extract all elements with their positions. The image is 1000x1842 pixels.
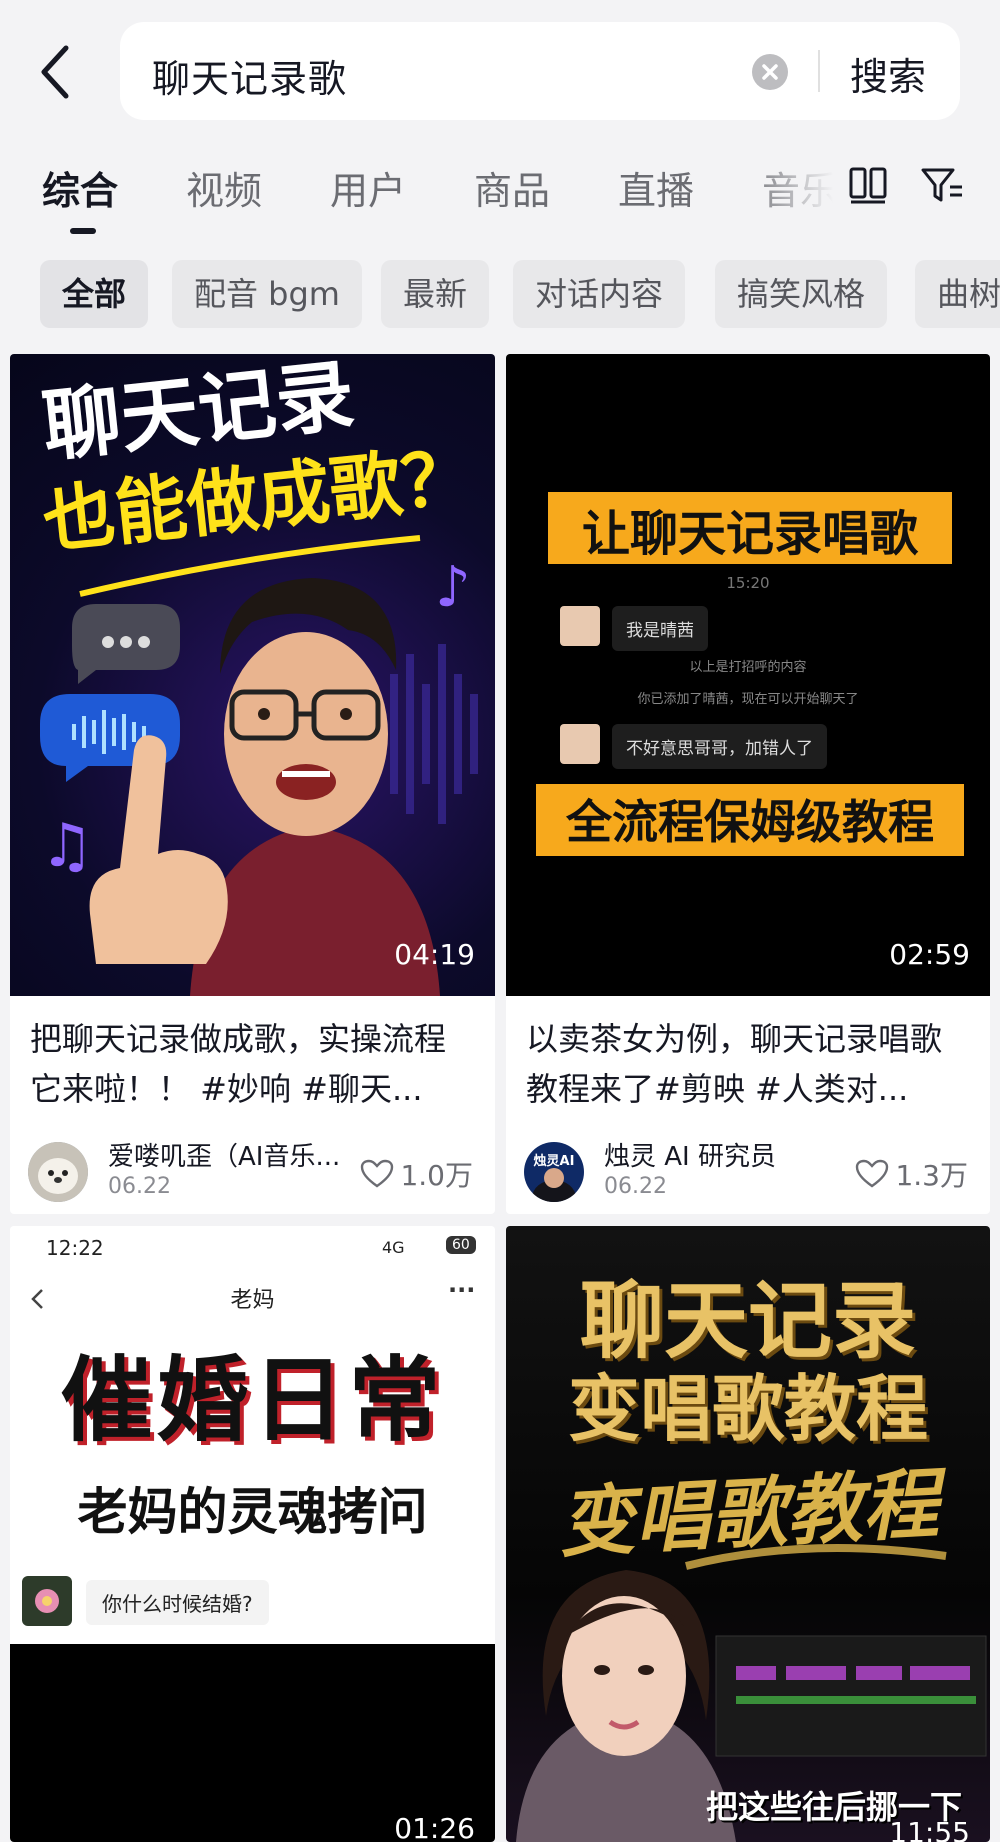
cover-status-network: 4G xyxy=(382,1238,405,1257)
video-thumbnail[interactable]: 聊天记录 变唱歌教程 变唱歌教程 把这些往后挪一下 11:55 xyxy=(506,1226,990,1842)
chip-tune[interactable]: 曲树 xyxy=(915,260,1000,328)
cover-chat-time: 15:20 xyxy=(726,574,770,592)
video-card[interactable]: 聊天记录 变唱歌教程 变唱歌教程 把这些往后挪一下 11:55 xyxy=(506,1226,990,1842)
post-date: 06.22 xyxy=(604,1174,667,1199)
tab-live[interactable]: 直播 xyxy=(618,160,694,215)
chip-funny-style[interactable]: 搞笑风格 xyxy=(715,260,888,328)
tab-user[interactable]: 用户 xyxy=(330,160,406,215)
video-card[interactable]: ♪ ♫ 聊天记录 也能做成歌？ 04:19 把聊天记录做成歌，实操流程它来啦！！… xyxy=(10,354,495,1214)
double-column-layout-icon[interactable] xyxy=(848,165,888,205)
like-count-text: 1.0万 xyxy=(400,1159,473,1192)
cover-chat-message: 不好意思哥哥，加错人了 xyxy=(612,724,827,769)
video-card[interactable]: 12:22 4G 60 老妈 ··· 催婚日常 老妈的灵魂拷问 你什么时候结婚?… xyxy=(10,1226,495,1842)
video-thumbnail[interactable]: 12:22 4G 60 老妈 ··· 催婚日常 老妈的灵魂拷问 你什么时候结婚?… xyxy=(10,1226,495,1842)
heart-icon[interactable] xyxy=(855,1159,889,1189)
filter-icon[interactable] xyxy=(920,165,964,205)
video-title[interactable]: 把聊天记录做成歌，实操流程它来啦！！ #妙响 #聊天... xyxy=(30,1014,477,1114)
cover-title-line2: 变唱歌教程 xyxy=(567,1367,928,1451)
search-input[interactable]: 聊天记录歌 xyxy=(152,48,347,103)
like-count[interactable]: 1.0万 xyxy=(360,1154,473,1194)
tab-fade xyxy=(740,150,850,230)
active-tab-indicator xyxy=(70,228,96,234)
cover-chat-system: 你已添加了晴茜，现在可以开始聊天了 xyxy=(637,692,859,707)
cover-chat-avatar xyxy=(560,606,600,646)
search-results-screen: 聊天记录歌 搜索 综合 视频 用户 商品 直播 音乐 全部 配音 bgm 最新 … xyxy=(0,0,1000,1842)
video-title[interactable]: 以卖茶女为例，聊天记录唱歌教程来了#剪映 #人类对... xyxy=(526,1014,972,1114)
like-count[interactable]: 1.3万 xyxy=(855,1154,968,1194)
author-name[interactable]: 烛灵 AI 研究员 xyxy=(604,1136,854,1173)
heart-icon[interactable] xyxy=(360,1159,394,1189)
cover-chat-system: 以上是打招呼的内容 xyxy=(689,660,807,675)
video-duration: 11:55 xyxy=(889,1816,970,1842)
chip-all[interactable]: 全部 xyxy=(40,260,149,328)
cover-chat-message: 你什么时候结婚? xyxy=(86,1580,269,1625)
author-avatar[interactable]: 烛灵AI xyxy=(524,1142,584,1202)
cover-banner-bottom-text: 全流程保姆级教程 xyxy=(566,795,934,849)
search-divider xyxy=(818,50,820,92)
cover-more-icon: ··· xyxy=(448,1276,476,1304)
cover-status-battery: 60 xyxy=(446,1236,476,1254)
video-duration: 02:59 xyxy=(889,938,970,971)
cover-art: ♪ ♫ 聊天记录 也能做成歌？ xyxy=(39,354,478,996)
chip-dubbing-bgm[interactable]: 配音 bgm xyxy=(172,260,362,328)
search-bar[interactable]: 聊天记录歌 搜索 xyxy=(120,22,960,120)
search-button[interactable]: 搜索 xyxy=(850,46,926,101)
cover-chat-avatar xyxy=(560,724,600,764)
video-thumbnail[interactable]: 让聊天记录唱歌 15:20 我是晴茜 以上是打招呼的内容 你已添加了晴茜，现在可… xyxy=(506,354,990,996)
cover-chat-name: 老妈 xyxy=(230,1288,275,1313)
author-name[interactable]: 爱喽叽歪（AI音乐... xyxy=(108,1136,358,1173)
chip-dialog-content[interactable]: 对话内容 xyxy=(513,260,686,328)
tab-video[interactable]: 视频 xyxy=(186,160,262,215)
video-duration: 01:26 xyxy=(394,1812,475,1842)
cover-title: 催婚日常 xyxy=(60,1347,445,1454)
clear-icon[interactable] xyxy=(752,54,788,90)
cover-subtitle: 老妈的灵魂拷问 xyxy=(77,1483,428,1541)
cover-chat-avatar xyxy=(22,1576,72,1626)
video-thumbnail[interactable]: ♪ ♫ 聊天记录 也能做成歌？ 04:19 xyxy=(10,354,495,996)
video-duration: 04:19 xyxy=(394,938,475,971)
like-count-text: 1.3万 xyxy=(895,1159,968,1192)
svg-text:♫: ♫ xyxy=(40,811,94,881)
author-avatar[interactable] xyxy=(28,1142,88,1202)
back-arrow-icon[interactable] xyxy=(36,42,76,102)
post-date: 06.22 xyxy=(108,1174,171,1199)
video-card[interactable]: 让聊天记录唱歌 15:20 我是晴茜 以上是打招呼的内容 你已添加了晴茜，现在可… xyxy=(506,354,990,1214)
tab-all[interactable]: 综合 xyxy=(42,160,118,215)
filter-chips: 全部 配音 bgm 最新 对话内容 搞笑风格 曲树 xyxy=(40,260,1000,328)
cover-status-time: 12:22 xyxy=(46,1236,104,1260)
cover-banner-top-text: 让聊天记录唱歌 xyxy=(581,506,918,562)
chip-latest[interactable]: 最新 xyxy=(381,260,490,328)
tab-goods[interactable]: 商品 xyxy=(474,160,550,215)
svg-text:♪: ♪ xyxy=(435,555,471,620)
cover-chat-message: 我是晴茜 xyxy=(612,606,708,651)
